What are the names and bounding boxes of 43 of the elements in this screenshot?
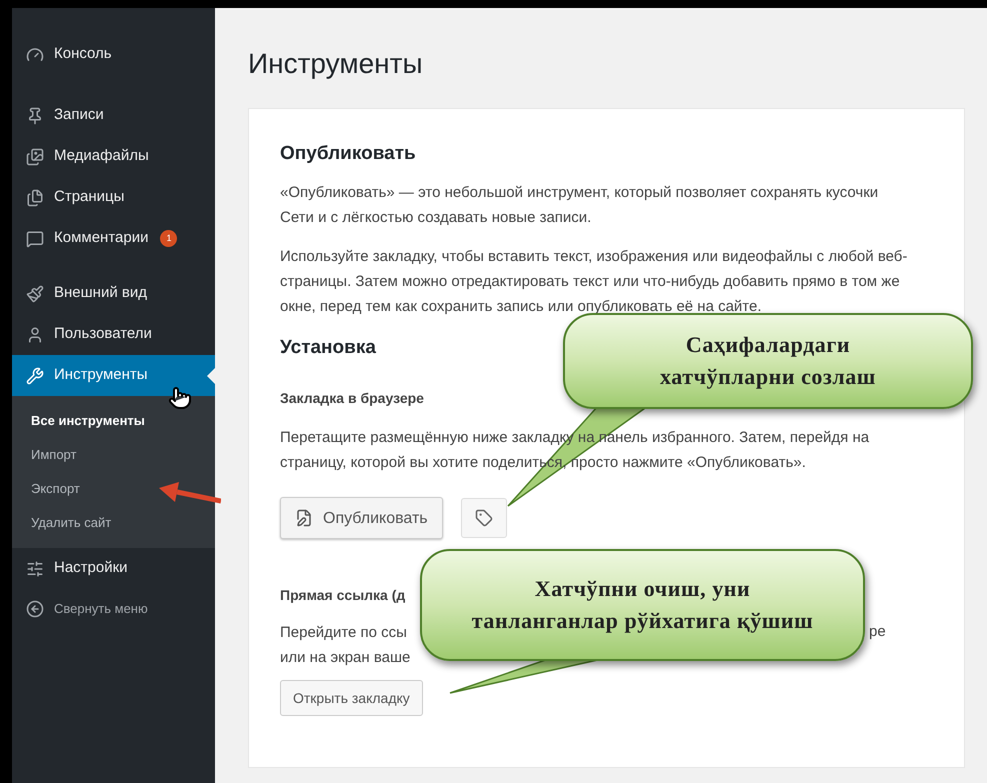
gauge-icon bbox=[26, 46, 44, 64]
sliders-icon bbox=[26, 560, 44, 578]
publish-bookmarklet-button[interactable]: Опубликовать bbox=[280, 497, 443, 539]
menu-item[interactable]: Консоль bbox=[12, 34, 215, 75]
menu-item[interactable]: Настройки bbox=[12, 548, 215, 589]
section-heading: Опубликовать bbox=[280, 142, 417, 166]
submenu-item[interactable]: Все инструменты bbox=[12, 404, 215, 438]
menu-item[interactable]: Пользователи bbox=[12, 314, 215, 355]
menu-item[interactable]: Комментарии 1 bbox=[12, 218, 215, 259]
page-title: Инструменты bbox=[248, 47, 424, 81]
menu-item[interactable]: Внешний вид bbox=[12, 273, 215, 314]
media-icon bbox=[26, 148, 44, 166]
hand-cursor-icon bbox=[168, 386, 192, 410]
instruction-text: ре bbox=[869, 622, 887, 642]
submenu-item[interactable]: Импорт bbox=[12, 438, 215, 472]
collapse-icon bbox=[26, 600, 44, 618]
instruction-text: или на экран ваше bbox=[280, 648, 412, 668]
edit-note-icon bbox=[295, 509, 313, 527]
pages-icon bbox=[26, 188, 44, 206]
subsection-heading: Закладка в браузере bbox=[280, 389, 425, 408]
count-badge: 1 bbox=[160, 230, 178, 247]
submenu-item[interactable]: Удалить сайт bbox=[12, 506, 215, 540]
subsection-heading: Прямая ссылка (д bbox=[280, 586, 406, 605]
description-text: «Опубликовать» — это небольшой инструмент, который позволяет сохранять кусочки Сети и с лёгкостью создавать новые записи. bbox=[280, 183, 880, 228]
wrench-icon bbox=[26, 366, 44, 384]
callout-bubble: Хатчўпни очиш, уни танланганлар рўйхатига қўшиш bbox=[420, 549, 865, 661]
open-bookmark-button[interactable]: Открыть закладку bbox=[280, 680, 423, 716]
callout-bubble: Саҳифалардаги хатчўпларни созлаш bbox=[563, 313, 973, 409]
tag-button[interactable] bbox=[460, 498, 507, 538]
brush-icon bbox=[26, 284, 44, 302]
menu-item[interactable]: Инструменты bbox=[12, 355, 215, 396]
menu-item[interactable]: Записи bbox=[12, 95, 215, 136]
pin-icon bbox=[26, 106, 44, 124]
user-icon bbox=[26, 326, 44, 344]
tag-icon bbox=[474, 509, 493, 527]
pointer-arrow bbox=[159, 482, 221, 505]
section-heading: Установка bbox=[280, 336, 377, 360]
comment-icon bbox=[26, 230, 44, 248]
collapse-menu-button[interactable]: Свернуть меню bbox=[12, 589, 215, 629]
submenu-item[interactable]: Экспорт bbox=[12, 472, 215, 506]
menu-item[interactable]: Медиафайлы bbox=[12, 136, 215, 177]
menu-item[interactable]: Страницы bbox=[12, 177, 215, 218]
instruction-text: Перейдите по ссы bbox=[280, 623, 408, 643]
